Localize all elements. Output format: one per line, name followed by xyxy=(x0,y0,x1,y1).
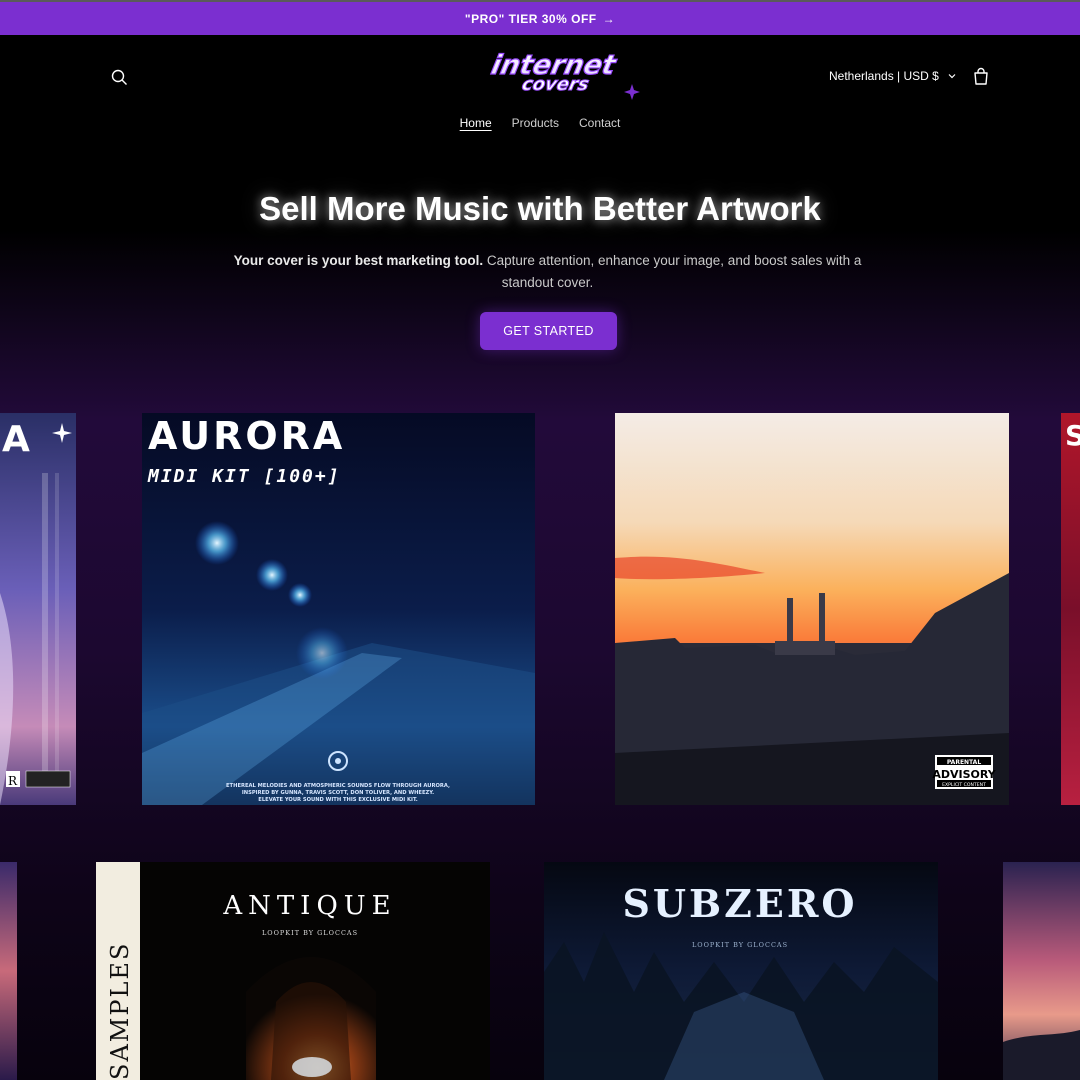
advisory-mid: ADVISORY xyxy=(932,768,996,781)
cover-left-badge: R xyxy=(8,774,18,788)
aurora-caption-2: INSPIRED BY GUNNA, TRAVIS SCOTT, DON TOL… xyxy=(242,790,434,796)
cover-sunset[interactable]: PARENTAL ADVISORY EXPLICIT CONTENT xyxy=(615,413,1009,805)
locale-label: Netherlands | USD $ xyxy=(829,69,939,83)
advisory-top: PARENTAL xyxy=(947,759,982,766)
search-icon[interactable] xyxy=(108,66,132,90)
cover-left-letter: A xyxy=(2,419,30,460)
cover-subzero[interactable]: SUBZERO LOOPKIT BY GLOCCAS xyxy=(544,862,938,1080)
page: "PRO" TIER 30% OFF → internet covers Net… xyxy=(0,0,1080,1080)
cover-row2-right-partial[interactable] xyxy=(1003,862,1080,1080)
aurora-caption-3: ELEVATE YOUR SOUND WITH THIS EXCLUSIVE M… xyxy=(258,797,417,803)
cover-antique[interactable]: SAMPLES ANTIQUE LOOPKIT BY GLOCCAS xyxy=(96,862,490,1080)
country-currency-selector[interactable]: Netherlands | USD $ xyxy=(829,69,957,83)
hero-subtitle-rest: Capture attention, enhance your image, a… xyxy=(483,253,862,290)
hero-title: Sell More Music with Better Artwork xyxy=(259,190,821,227)
get-started-button[interactable]: GET STARTED xyxy=(480,312,617,350)
cart-icon[interactable] xyxy=(970,66,992,88)
nav-contact[interactable]: Contact xyxy=(579,116,620,130)
cover-left-partial[interactable]: A R xyxy=(0,413,76,805)
advisory-bottom: EXPLICIT CONTENT xyxy=(942,782,986,788)
aurora-subtitle: MIDI KIT [100+] xyxy=(147,466,341,487)
antique-spine-text: SAMPLES xyxy=(106,942,134,1080)
antique-title: ANTIQUE xyxy=(222,891,396,921)
svg-text:covers: covers xyxy=(520,74,591,95)
cover-right-letter: S xyxy=(1065,419,1080,452)
cover-aurora[interactable]: AURORA MIDI KIT [100+] ETHEREAL MELODIES… xyxy=(142,413,535,805)
nav-home[interactable]: Home xyxy=(460,116,492,130)
antique-subtitle: LOOPKIT BY GLOCCAS xyxy=(262,929,358,937)
logo[interactable]: internet covers xyxy=(452,44,646,106)
cover-right-partial[interactable]: S xyxy=(1061,413,1080,805)
hero-subtitle-bold: Your cover is your best marketing tool. xyxy=(233,253,484,268)
hero-subtitle: Your cover is your best marketing tool. … xyxy=(225,250,870,294)
announcement-text[interactable]: "PRO" TIER 30% OFF xyxy=(465,12,597,26)
aurora-caption-1: ETHEREAL MELODIES AND ATMOSPHERIC SOUNDS… xyxy=(226,783,450,789)
announcement-bar[interactable]: "PRO" TIER 30% OFF → xyxy=(0,0,1080,35)
subzero-subtitle: LOOPKIT BY GLOCCAS xyxy=(692,941,788,949)
arrow-right-icon: → xyxy=(602,11,616,26)
aurora-title: AURORA xyxy=(148,414,345,458)
cover-row2-left-partial[interactable] xyxy=(0,862,17,1080)
subzero-title: SUBZERO xyxy=(622,881,857,926)
chevron-down-icon xyxy=(948,74,956,79)
main-nav: Home Products Contact xyxy=(0,116,1080,130)
nav-products[interactable]: Products xyxy=(512,116,559,130)
